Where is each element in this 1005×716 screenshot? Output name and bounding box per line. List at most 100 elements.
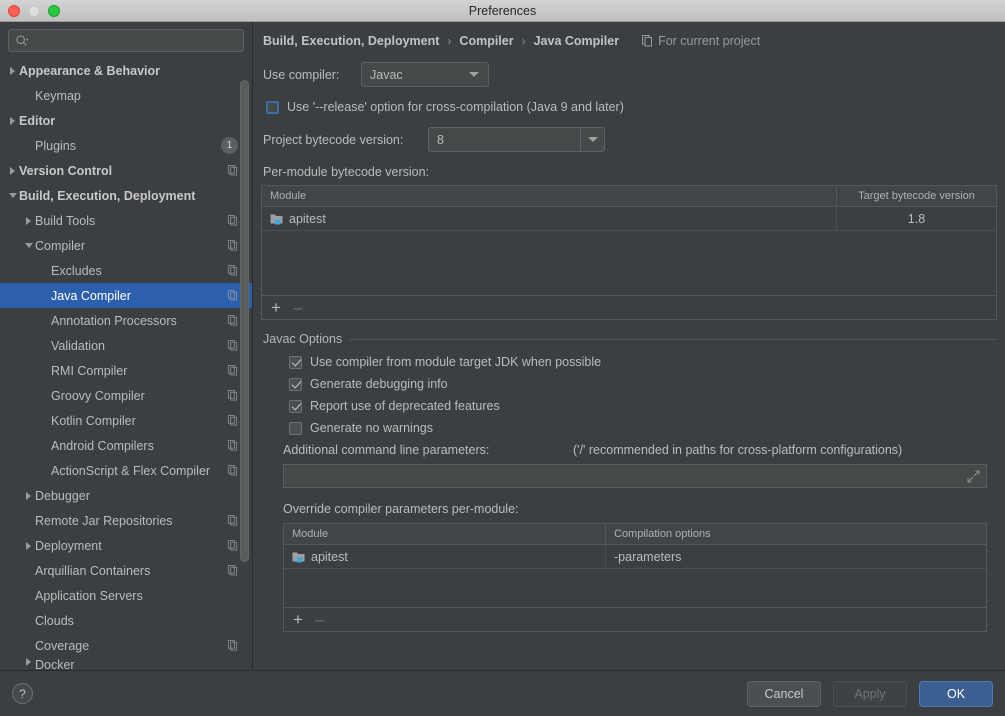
override-params-label: Override compiler parameters per-module: [261, 502, 997, 516]
chevron-right-icon[interactable] [6, 67, 19, 75]
sidebar-item-build-tools[interactable]: Build Tools [0, 208, 252, 233]
sidebar-item-keymap[interactable]: Keymap [0, 83, 252, 108]
project-scope-icon [227, 515, 238, 526]
javac-option-row[interactable]: Generate debugging info [289, 377, 997, 391]
sidebar-item-android-compilers[interactable]: Android Compilers [0, 433, 252, 458]
settings-tree: Appearance & Behavior Keymap Editor Plugins… [0, 58, 252, 672]
remove-module-button: – [293, 299, 302, 316]
cell-target-bytecode[interactable]: 1.8 [836, 207, 996, 230]
javac-option-row[interactable]: Generate no warnings [289, 421, 997, 435]
project-scope-icon [227, 390, 238, 401]
cancel-button[interactable]: Cancel [747, 681, 821, 707]
sidebar-item-deployment[interactable]: Deployment [0, 533, 252, 558]
sidebar-item-build-execution-deployment[interactable]: Build, Execution, Deployment [0, 183, 252, 208]
sidebar-item-groovy-compiler[interactable]: Groovy Compiler [0, 383, 252, 408]
use-compiler-select[interactable]: Javac [361, 62, 489, 87]
chevron-right-icon[interactable] [22, 658, 35, 666]
javac-option-checkbox[interactable] [289, 378, 302, 391]
project-scope-icon [227, 415, 238, 426]
chevron-right-icon[interactable] [6, 117, 19, 125]
sidebar-item-remote-jar-repositories[interactable]: Remote Jar Repositories [0, 508, 252, 533]
sidebar-item-label: Version Control [19, 164, 112, 178]
sidebar-item-label: Editor [19, 114, 55, 128]
sidebar-item-validation[interactable]: Validation [0, 333, 252, 358]
project-scope-icon [227, 640, 238, 651]
search-box[interactable] [8, 29, 244, 52]
search-icon [15, 34, 29, 48]
sidebar-item-version-control[interactable]: Version Control [0, 158, 252, 183]
sidebar-item-coverage[interactable]: Coverage [0, 633, 252, 658]
add-override-button[interactable]: + [293, 611, 303, 628]
column-header-target-bytecode[interactable]: Target bytecode version [836, 186, 996, 206]
plugins-update-badge: 1 [221, 137, 238, 154]
sidebar-item-editor[interactable]: Editor [0, 108, 252, 133]
expand-icon[interactable] [967, 470, 980, 483]
sidebar-item-kotlin-compiler[interactable]: Kotlin Compiler [0, 408, 252, 433]
javac-option-checkbox[interactable] [289, 422, 302, 435]
sidebar-item-appearance-behavior[interactable]: Appearance & Behavior [0, 58, 252, 83]
release-option-checkbox[interactable] [266, 101, 279, 114]
use-compiler-row: Use compiler: Javac [261, 62, 997, 87]
chevron-down-icon[interactable] [6, 193, 19, 198]
sidebar-scrollbar-thumb[interactable] [240, 80, 249, 562]
column-header-module[interactable]: Module [284, 528, 605, 540]
help-button[interactable]: ? [12, 683, 33, 704]
sidebar-item-label: Compiler [35, 239, 85, 253]
project-bytecode-select[interactable]: 8 [428, 127, 605, 152]
javac-checkbox-list: Use compiler from module target JDK when… [261, 355, 997, 435]
sidebar-item-arquillian-containers[interactable]: Arquillian Containers [0, 558, 252, 583]
breadcrumb-part-1[interactable]: Compiler [459, 34, 513, 48]
javac-option-row[interactable]: Use compiler from module target JDK when… [289, 355, 997, 369]
additional-params-input[interactable] [283, 464, 987, 488]
project-scope-icon [227, 265, 238, 276]
dialog-footer: ? Cancel Apply OK [0, 670, 1005, 716]
sidebar-item-clouds[interactable]: Clouds [0, 608, 252, 633]
column-header-compilation-options[interactable]: Compilation options [605, 524, 986, 544]
per-module-table: Module Target bytecode version apitest 1… [261, 185, 997, 320]
sidebar-item-plugins[interactable]: Plugins1 [0, 133, 252, 158]
override-params-table: Module Compilation options apitest -para… [283, 523, 987, 632]
chevron-right-icon[interactable] [22, 492, 35, 500]
breadcrumb-separator: › [447, 34, 451, 48]
project-scope-icon [227, 340, 238, 351]
chevron-down-icon[interactable] [22, 243, 35, 248]
sidebar-item-label: Kotlin Compiler [51, 414, 136, 428]
sidebar-scrollbar[interactable] [240, 56, 249, 666]
chevron-right-icon[interactable] [6, 167, 19, 175]
title-bar: Preferences [0, 0, 1005, 22]
project-scope-icon [227, 440, 238, 451]
javac-option-row[interactable]: Report use of deprecated features [289, 399, 997, 413]
add-module-button[interactable]: + [271, 299, 281, 316]
sidebar-item-debugger[interactable]: Debugger [0, 483, 252, 508]
cell-compilation-options[interactable]: -parameters [605, 545, 986, 568]
sidebar-item-rmi-compiler[interactable]: RMI Compiler [0, 358, 252, 383]
javac-options-title-text: Javac Options [263, 332, 342, 346]
table-row[interactable]: apitest 1.8 [262, 207, 996, 231]
additional-params-row: Additional command line parameters: ('/'… [261, 443, 997, 457]
javac-option-checkbox[interactable] [289, 356, 302, 369]
breadcrumb-part-0[interactable]: Build, Execution, Deployment [263, 34, 439, 48]
sidebar-item-label: Keymap [35, 89, 81, 103]
search-input[interactable] [33, 34, 237, 48]
sidebar-item-java-compiler[interactable]: Java Compiler [0, 283, 252, 308]
cell-module: apitest [262, 207, 836, 230]
column-header-module[interactable]: Module [262, 190, 836, 202]
table-row[interactable]: apitest -parameters [284, 545, 986, 569]
project-scope-icon [227, 165, 238, 176]
chevron-down-icon [469, 72, 479, 77]
chevron-right-icon[interactable] [22, 217, 35, 225]
per-module-table-empty-space [262, 231, 996, 295]
sidebar-item-excludes[interactable]: Excludes [0, 258, 252, 283]
sidebar-item-compiler[interactable]: Compiler [0, 233, 252, 258]
sidebar-item-actionscript-flex-compiler[interactable]: ActionScript & Flex Compiler [0, 458, 252, 483]
for-current-project-label: For current project [641, 34, 760, 48]
chevron-right-icon[interactable] [22, 542, 35, 550]
javac-option-label: Use compiler from module target JDK when… [310, 355, 601, 369]
javac-option-checkbox[interactable] [289, 400, 302, 413]
sidebar-item-annotation-processors[interactable]: Annotation Processors [0, 308, 252, 333]
ok-button[interactable]: OK [919, 681, 993, 707]
sidebar-item-application-servers[interactable]: Application Servers [0, 583, 252, 608]
release-option-row[interactable]: Use '--release' option for cross-compila… [261, 100, 997, 114]
chevron-down-icon[interactable] [580, 127, 604, 152]
project-scope-icon [227, 465, 238, 476]
